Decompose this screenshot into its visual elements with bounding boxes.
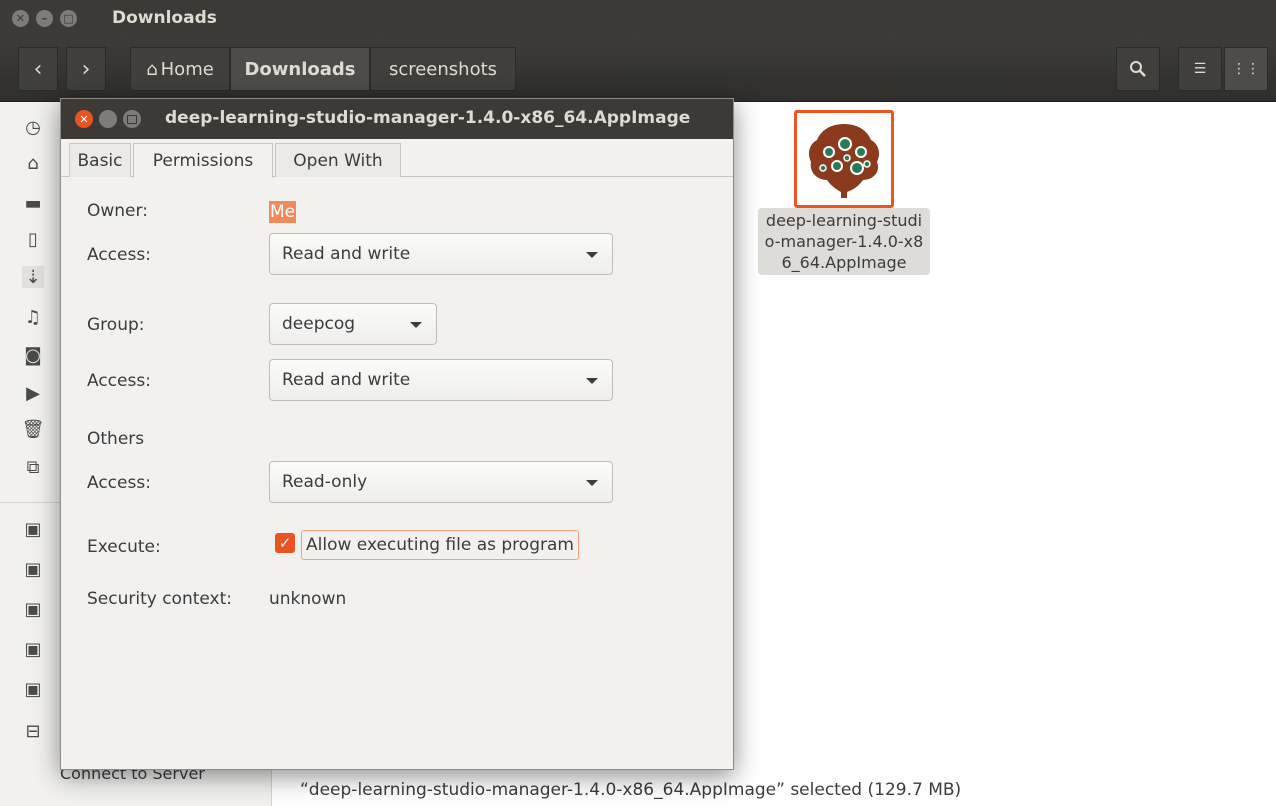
execute-checkbox[interactable]: ✓ — [275, 533, 295, 553]
window-title: Downloads — [112, 8, 217, 28]
file-name-label[interactable]: deep-learning-studio-manager-1.4.0-x86_6… — [758, 208, 930, 275]
owner-access-label: Access: — [87, 245, 151, 265]
home-icon[interactable]: ⌂ — [22, 152, 44, 174]
dialog-maximize-button[interactable] — [123, 110, 141, 128]
recent-icon[interactable]: ◷ — [22, 116, 44, 138]
tab-permissions[interactable]: Permissions — [133, 143, 273, 178]
home-icon: ⌂ — [146, 58, 158, 80]
back-button[interactable]: ‹ — [18, 47, 58, 91]
security-context-value: unknown — [269, 589, 347, 609]
documents-icon[interactable]: ▯ — [22, 228, 44, 250]
dialog-titlebar: ✕ deep-learning-studio-manager-1.4.0-x86… — [61, 99, 733, 139]
tab-open-with[interactable]: Open With — [275, 143, 401, 177]
header-bar: ‹ › ⌂ Home Downloads screenshots ☰ ⋮⋮ — [0, 38, 1276, 102]
grid-view-button[interactable]: ⋮⋮ — [1224, 47, 1268, 91]
group-dropdown[interactable]: deepcog — [269, 303, 437, 345]
dialog-title: deep-learning-studio-manager-1.4.0-x86_6… — [165, 108, 691, 128]
connect-to-server-icon[interactable]: ⊟ — [22, 720, 44, 742]
music-icon[interactable]: ♫ — [22, 306, 44, 328]
file-thumbnail[interactable] — [794, 110, 894, 208]
search-icon — [1130, 61, 1146, 77]
drive-icon[interactable]: ▣ — [22, 558, 44, 580]
drive-icon[interactable]: ▣ — [22, 518, 44, 540]
brain-tree-app-icon — [809, 124, 879, 198]
drive-icon[interactable]: ▣ — [22, 678, 44, 700]
pictures-icon[interactable]: ◙ — [22, 344, 44, 366]
breadcrumb-downloads[interactable]: Downloads — [230, 47, 370, 91]
security-context-label: Security context: — [87, 589, 233, 609]
forward-button[interactable]: › — [66, 47, 106, 91]
group-access-label: Access: — [87, 371, 151, 391]
chevron-down-icon — [410, 322, 422, 328]
others-access-dropdown[interactable]: Read-only — [269, 461, 613, 503]
minimize-window-button[interactable]: – — [36, 10, 53, 27]
list-view-button[interactable]: ☰ — [1178, 47, 1222, 91]
forward-icon: › — [81, 56, 91, 82]
properties-dialog: ✕ deep-learning-studio-manager-1.4.0-x86… — [60, 98, 734, 770]
owner-access-dropdown[interactable]: Read and write — [269, 233, 613, 275]
tab-basic[interactable]: Basic — [69, 143, 131, 177]
maximize-window-button[interactable]: □ — [60, 10, 77, 27]
downloads-icon[interactable]: ⇣ — [22, 266, 44, 288]
grid-view-icon: ⋮⋮ — [1232, 61, 1260, 77]
search-button[interactable] — [1116, 47, 1160, 91]
videos-icon[interactable]: ▶ — [22, 382, 44, 404]
dialog-tabs: Basic Permissions Open With — [61, 139, 733, 178]
status-text: “deep-learning-studio-manager-1.4.0-x86_… — [300, 780, 962, 800]
close-window-button[interactable]: ✕ — [12, 10, 29, 27]
chevron-down-icon — [586, 252, 598, 258]
drive-icon[interactable]: ▣ — [22, 638, 44, 660]
chevron-down-icon — [586, 378, 598, 384]
back-icon: ‹ — [33, 56, 43, 82]
group-access-dropdown[interactable]: Read and write — [269, 359, 613, 401]
others-access-label: Access: — [87, 473, 151, 493]
owner-label: Owner: — [87, 201, 148, 221]
drive-icon[interactable]: ▣ — [22, 598, 44, 620]
execute-label: Execute: — [87, 537, 161, 557]
dialog-minimize-button[interactable] — [99, 110, 117, 128]
owner-value: Me — [269, 201, 297, 223]
chevron-down-icon — [586, 480, 598, 486]
breadcrumb-screenshots[interactable]: screenshots — [370, 47, 516, 91]
dialog-close-button[interactable]: ✕ — [75, 110, 93, 128]
others-label: Others — [87, 429, 145, 449]
checkmark-icon: ✓ — [278, 534, 292, 552]
breadcrumb-home[interactable]: ⌂ Home — [130, 47, 230, 91]
network-icon[interactable]: ⧉ — [22, 456, 44, 478]
desktop-folder-icon[interactable]: ▬ — [22, 192, 44, 214]
list-view-icon: ☰ — [1193, 61, 1207, 77]
trash-icon[interactable]: 🗑︎ — [22, 418, 45, 440]
window-titlebar: ✕ – □ Downloads — [0, 0, 1276, 38]
group-label: Group: — [87, 315, 145, 335]
execute-checkbox-label[interactable]: Allow executing file as program — [301, 530, 579, 560]
